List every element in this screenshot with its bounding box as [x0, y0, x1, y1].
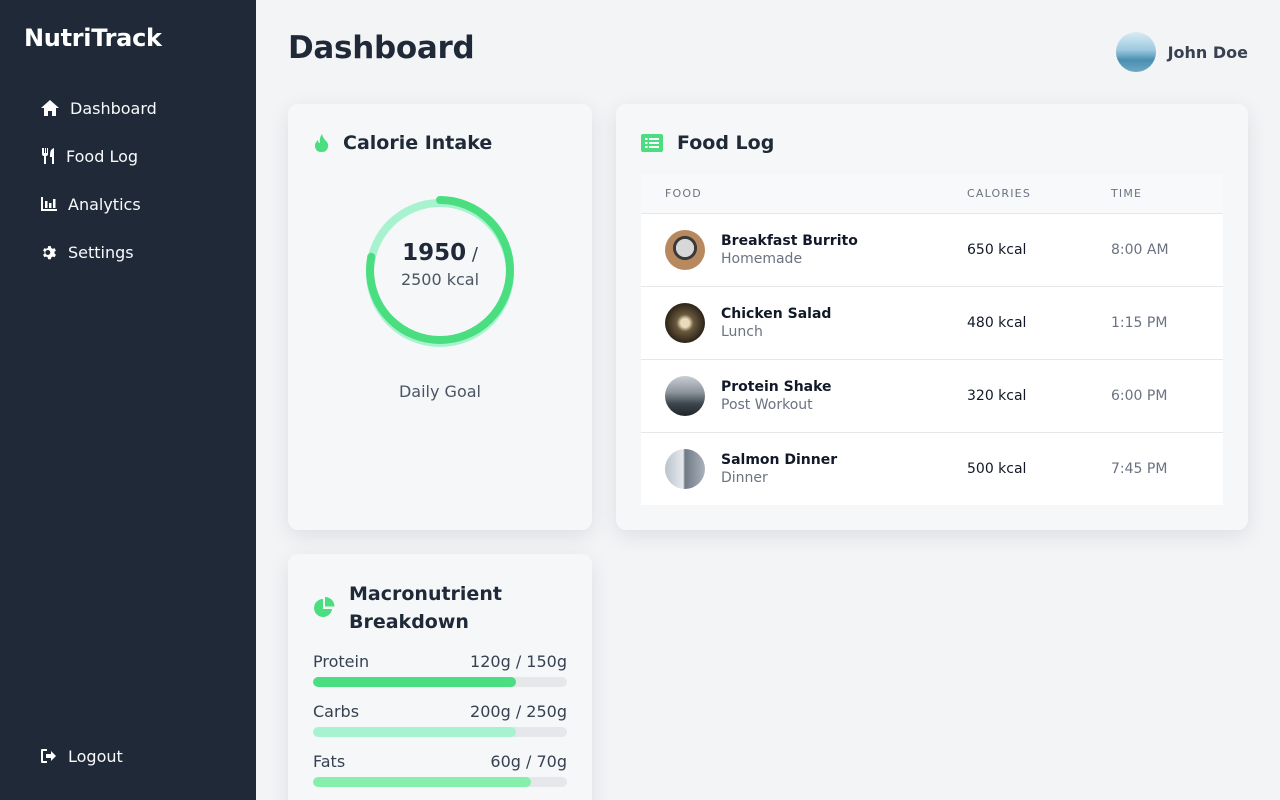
avatar[interactable] — [1115, 32, 1156, 72]
macro-item-protein: Protein 120g / 150g — [313, 652, 567, 702]
home-icon — [40, 98, 60, 118]
food-subtitle: Lunch — [721, 324, 763, 340]
card-title: Calorie Intake — [313, 132, 492, 154]
food-subtitle: Dinner — [721, 470, 768, 486]
macro-label: Protein — [313, 652, 370, 671]
daily-goal-caption: Daily Goal — [398, 382, 481, 401]
utensils-icon — [40, 146, 56, 166]
food-cell: Salmon Dinner Dinner — [641, 449, 943, 489]
gear-icon — [40, 242, 58, 262]
food-subtitle: Homemade — [721, 251, 803, 267]
sidebar: NutriTrack Dashboard Food Log Analytics … — [0, 0, 256, 800]
sidebar-item-label: Settings — [68, 242, 134, 262]
sidebar-nav: Dashboard Food Log Analytics Settings — [24, 84, 232, 276]
pie-chart-icon — [313, 597, 335, 619]
macro-value: 60g / 70g — [490, 752, 567, 771]
macro-progress-fill — [313, 727, 517, 737]
column-header-food: FOOD — [665, 187, 702, 200]
flame-icon — [313, 133, 329, 153]
logout-icon — [40, 746, 58, 766]
brand-logo[interactable]: NutriTrack — [24, 24, 162, 52]
macro-progress-bar — [313, 777, 567, 787]
table-row[interactable]: Chicken Salad Lunch 480 kcal 1:15 PM — [641, 287, 1223, 360]
sidebar-item-label: Analytics — [68, 194, 141, 214]
table-row[interactable]: Breakfast Burrito Homemade 650 kcal 8:00… — [641, 214, 1223, 287]
logout-label: Logout — [68, 746, 123, 766]
macro-progress-bar — [313, 677, 567, 687]
food-calories: 500 kcal — [967, 461, 1027, 477]
calorie-readout: 1950 / 2500 kcal — [364, 240, 516, 289]
food-time: 6:00 PM — [1111, 388, 1168, 404]
page-title: Dashboard — [288, 30, 475, 66]
food-log-card: Food Log FOOD CALORIES TIME Breakfast Bu… — [616, 104, 1248, 530]
macro-label: Fats — [313, 752, 346, 771]
food-calories: 320 kcal — [967, 388, 1027, 404]
food-log-table: FOOD CALORIES TIME Breakfast Burrito Hom… — [641, 174, 1223, 505]
sidebar-item-analytics[interactable]: Analytics — [24, 180, 232, 228]
card-title: Food Log — [641, 132, 774, 154]
table-header: FOOD CALORIES TIME — [641, 174, 1223, 214]
macronutrient-card: Macronutrient Breakdown Protein 120g / 1… — [288, 554, 592, 800]
macro-progress-fill — [313, 677, 517, 687]
sidebar-item-label: Food Log — [66, 146, 139, 166]
calorie-consumed: 1950 — [402, 240, 467, 266]
macro-list: Protein 120g / 150g Carbs 200g / 250g Fa… — [313, 652, 567, 800]
food-calories: 650 kcal — [967, 242, 1027, 258]
food-cell: Protein Shake Post Workout — [641, 376, 943, 416]
column-header-time: TIME — [1111, 187, 1143, 200]
calorie-title: Calorie Intake — [343, 132, 493, 154]
logout-button[interactable]: Logout — [24, 732, 232, 780]
food-time: 7:45 PM — [1111, 461, 1168, 477]
macro-item-fats: Fats 60g / 70g — [313, 752, 567, 800]
sidebar-item-label: Dashboard — [70, 98, 157, 118]
food-calories: 480 kcal — [967, 315, 1027, 331]
food-cell: Breakfast Burrito Homemade — [641, 230, 943, 270]
macro-title: Macronutrient Breakdown — [349, 583, 502, 633]
column-header-calories: CALORIES — [967, 187, 1032, 200]
food-time: 8:00 AM — [1111, 242, 1169, 258]
table-row[interactable]: Protein Shake Post Workout 320 kcal 6:00… — [641, 360, 1223, 433]
macro-progress-fill — [313, 777, 531, 787]
food-name: Salmon Dinner — [721, 452, 838, 468]
user-name: John Doe — [1167, 42, 1248, 62]
food-cell: Chicken Salad Lunch — [641, 303, 943, 343]
food-thumbnail — [665, 449, 705, 489]
macro-value: 200g / 250g — [470, 702, 567, 721]
food-log-title: Food Log — [677, 132, 775, 154]
user-menu[interactable]: John Doe — [1115, 32, 1248, 72]
food-thumbnail — [665, 303, 705, 343]
card-title: Macronutrient Breakdown — [313, 580, 549, 636]
calorie-intake-card: Calorie Intake 1950 / 2500 kcal Daily Go… — [288, 104, 592, 530]
macro-value: 120g / 150g — [470, 652, 567, 671]
macro-progress-bar — [313, 727, 567, 737]
macro-label: Carbs — [313, 702, 360, 721]
sidebar-item-dashboard[interactable]: Dashboard — [24, 84, 232, 132]
food-name: Chicken Salad — [721, 306, 832, 322]
food-time: 1:15 PM — [1111, 315, 1168, 331]
food-name: Breakfast Burrito — [721, 233, 858, 249]
chart-icon — [40, 194, 58, 214]
macro-item-carbs: Carbs 200g / 250g — [313, 702, 567, 752]
food-subtitle: Post Workout — [721, 397, 813, 413]
table-row[interactable]: Salmon Dinner Dinner 500 kcal 7:45 PM — [641, 433, 1223, 505]
sidebar-item-settings[interactable]: Settings — [24, 228, 232, 276]
calorie-goal: 2500 kcal — [400, 270, 480, 289]
list-icon — [641, 134, 663, 152]
calorie-slash: / — [466, 244, 478, 265]
food-thumbnail — [665, 376, 705, 416]
food-name: Protein Shake — [721, 379, 832, 395]
food-thumbnail — [665, 230, 705, 270]
sidebar-item-food-log[interactable]: Food Log — [24, 132, 232, 180]
